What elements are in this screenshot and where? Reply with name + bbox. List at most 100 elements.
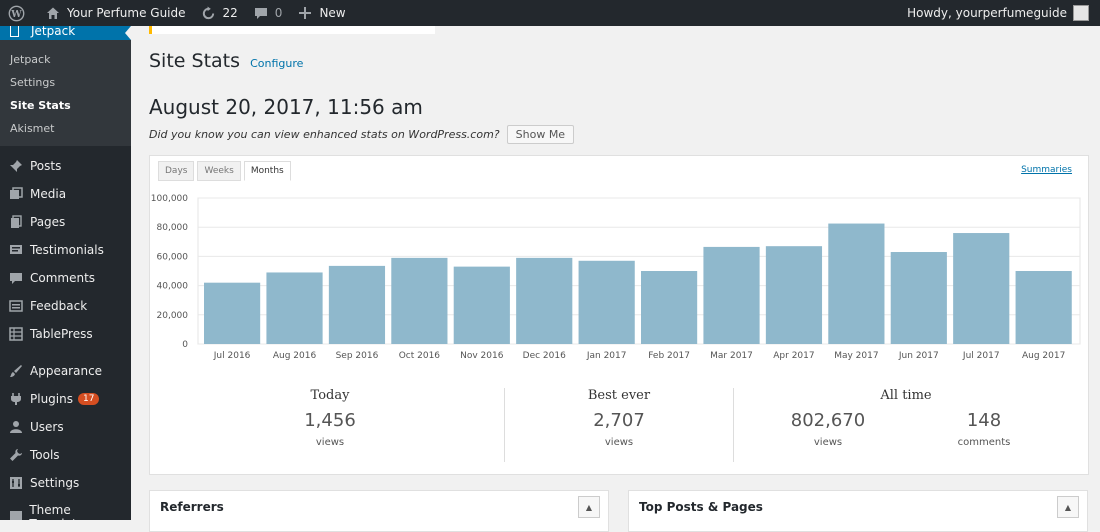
comments-link[interactable]: 0 — [245, 0, 290, 26]
sidebar-item-label: Feedback — [30, 299, 88, 313]
wrench-icon — [8, 447, 24, 463]
top-posts-box: Top Posts & Pages ▲ — [628, 490, 1088, 532]
avatar — [1073, 5, 1089, 21]
updates-count: 22 — [222, 6, 238, 20]
x-tick-label: Aug 2016 — [273, 351, 317, 361]
sidebar-current-label: Jetpack — [31, 26, 76, 38]
submenu-item-site-stats[interactable]: Site Stats — [0, 94, 131, 117]
summary-all-time-comments: 148 comments — [934, 388, 1034, 448]
show-me-button[interactable]: Show Me — [506, 125, 575, 144]
top-posts-title: Top Posts & Pages — [639, 500, 763, 514]
x-tick-label: May 2017 — [834, 351, 878, 361]
tab-months[interactable]: Months — [243, 161, 291, 181]
jetpack-menu-icon — [10, 26, 19, 37]
x-tick-label: Dec 2016 — [523, 351, 566, 361]
today-unit: views — [315, 437, 345, 448]
x-tick-label: Jun 2017 — [898, 351, 939, 361]
stats-panel: Days Weeks Months Summaries 0 20,000 40,00… — [149, 155, 1089, 475]
svg-text:W: W — [10, 8, 22, 19]
best-ever-value: 2,707 — [593, 410, 645, 431]
updates-link[interactable]: 22 — [193, 0, 245, 26]
sidebar-item-settings[interactable]: Settings — [0, 469, 131, 497]
page-title: Site Stats Configure — [149, 50, 303, 72]
configure-link[interactable]: Configure — [250, 57, 303, 70]
sidebar-item-posts[interactable]: Posts — [0, 152, 131, 180]
x-tick-label: Jan 2017 — [586, 351, 627, 361]
bar — [703, 246, 760, 344]
submenu-item-akismet[interactable]: Akismet — [0, 117, 131, 140]
x-tick-label: Sep 2016 — [336, 351, 379, 361]
media-icon — [8, 186, 24, 202]
y-tick-label: 40,000 — [157, 282, 189, 292]
table-icon — [8, 326, 24, 342]
template-icon — [8, 509, 23, 520]
bar — [953, 233, 1010, 344]
best-ever-label: Best ever — [587, 388, 651, 403]
y-tick-label: 0 — [182, 340, 188, 350]
comments-count: 0 — [274, 6, 283, 20]
wordpress-logo-button[interactable]: W — [0, 0, 37, 26]
today-value: 1,456 — [304, 410, 356, 431]
summary-best-ever: Best ever 2,707 views — [569, 388, 669, 448]
pages-icon — [8, 214, 24, 230]
new-label: New — [319, 6, 346, 20]
x-tick-label: Aug 2017 — [1022, 351, 1065, 361]
referrers-title: Referrers — [160, 500, 224, 514]
x-tick-label: Mar 2017 — [710, 351, 753, 361]
summary-divider — [733, 388, 734, 462]
sidebar-item-comments[interactable]: Comments — [0, 264, 131, 292]
submenu-item-jetpack[interactable]: Jetpack — [0, 48, 131, 71]
feedback-icon — [8, 298, 24, 314]
tab-days[interactable]: Days — [158, 161, 195, 181]
y-tick-label: 100,000 — [151, 194, 188, 204]
sidebar-item-label: TablePress — [30, 327, 93, 341]
sidebar-item-users[interactable]: Users — [0, 413, 131, 441]
sidebar-item-label: Users — [30, 420, 64, 434]
bar — [1015, 271, 1072, 344]
sidebar-item-tablepress[interactable]: TablePress — [0, 320, 131, 348]
settings-icon — [8, 475, 24, 491]
sidebar-item-label: Posts — [30, 159, 62, 173]
all-time-comments-unit: comments — [957, 437, 1011, 448]
page-title-text: Site Stats — [149, 50, 241, 72]
tab-weeks[interactable]: Weeks — [197, 161, 241, 181]
brush-icon — [8, 363, 24, 379]
site-name-link[interactable]: Your Perfume Guide — [37, 0, 193, 26]
sidebar-item-testimonials[interactable]: Testimonials — [0, 236, 131, 264]
sidebar-item-label: Theme Templates — [29, 503, 90, 520]
sidebar-item-label: Testimonials — [30, 243, 104, 257]
sidebar-item-label: Comments — [30, 271, 96, 285]
bar — [204, 282, 261, 344]
sidebar-item-label: Tools — [30, 448, 60, 462]
sidebar-item-feedback[interactable]: Feedback — [0, 292, 131, 320]
jetpack-submenu: Jetpack Settings Site Stats Akismet — [0, 40, 131, 146]
all-time-views-value: 802,670 — [790, 410, 866, 431]
my-account-link[interactable]: Howdy, yourperfumeguide — [900, 0, 1100, 26]
site-name: Your Perfume Guide — [67, 6, 186, 20]
top-posts-toggle-button[interactable]: ▲ — [1057, 496, 1079, 518]
enhanced-stats-tip: Did you know you can view enhanced stats… — [149, 125, 575, 144]
summaries-link[interactable]: Summaries — [1021, 165, 1072, 175]
sidebar-item-plugins[interactable]: Plugins 17 — [0, 385, 131, 413]
x-tick-label: Oct 2016 — [399, 351, 441, 361]
sidebar-item-theme-templates[interactable]: Theme Templates — [0, 503, 131, 520]
sidebar-item-media[interactable]: Media — [0, 180, 131, 208]
submenu-item-settings[interactable]: Settings — [0, 71, 131, 94]
sidebar-item-pages[interactable]: Pages — [0, 208, 131, 236]
x-tick-label: Nov 2016 — [460, 351, 504, 361]
sidebar-item-label: Appearance — [30, 364, 103, 378]
bar — [578, 260, 635, 344]
new-content-link[interactable]: New — [289, 0, 352, 26]
howdy-text: Howdy, yourperfumeguide — [907, 6, 1067, 20]
sidebar-item-appearance[interactable]: Appearance — [0, 357, 131, 385]
bar — [328, 265, 386, 344]
stats-date: August 20, 2017, 11:56 am — [149, 95, 423, 119]
sidebar-item-tools[interactable]: Tools — [0, 441, 131, 469]
admin-notice — [149, 26, 435, 34]
sidebar-item-jetpack[interactable]: Jetpack — [0, 26, 131, 40]
summary-divider — [504, 388, 505, 462]
home-icon — [44, 4, 62, 22]
all-time-comments-value: 148 — [966, 410, 1002, 431]
referrers-toggle-button[interactable]: ▲ — [578, 496, 600, 518]
triangle-up-icon: ▲ — [1064, 502, 1072, 512]
